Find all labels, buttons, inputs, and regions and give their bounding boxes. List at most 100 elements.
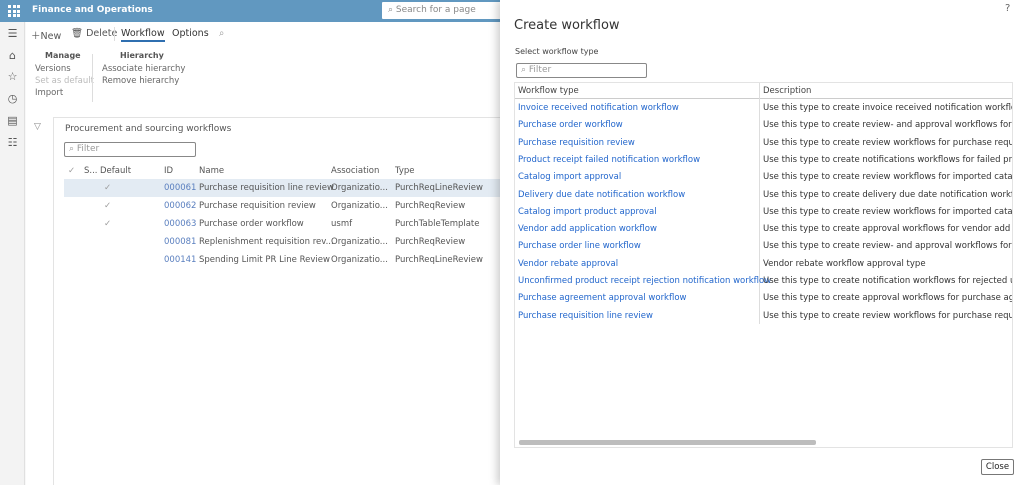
workflow-description: Use this type to create review- and appr… bbox=[763, 120, 1012, 131]
workflow-association: Organizatio... bbox=[331, 201, 388, 211]
column-header[interactable]: Description bbox=[763, 86, 1012, 96]
delete-button[interactable]: 🗑 Delete bbox=[71, 28, 117, 39]
workflow-type-link[interactable]: Product receipt failed notification work… bbox=[518, 155, 700, 165]
workflow-id-link[interactable]: 000061 bbox=[164, 183, 196, 193]
workflow-description: Use this type to create approval workflo… bbox=[763, 224, 1012, 235]
search-icon[interactable]: ⌕ bbox=[219, 28, 224, 39]
workflow-type-row[interactable]: Purchase requisition review Use this typ… bbox=[515, 135, 1012, 152]
column-header[interactable]: Type bbox=[395, 166, 415, 176]
search-input[interactable]: ⌕ Search for a page bbox=[382, 2, 512, 19]
workflow-association: Organizatio... bbox=[331, 237, 388, 247]
column-header[interactable]: S... bbox=[84, 166, 98, 176]
select-label: Select workflow type bbox=[515, 47, 599, 56]
hierarchy-group-title: Hierarchy bbox=[120, 51, 164, 60]
table-row[interactable]: ✓ 000062 Purchase requisition review Org… bbox=[64, 197, 510, 215]
workspaces-icon[interactable]: ▤ bbox=[6, 114, 19, 127]
workflow-type-row[interactable]: Vendor add application workflow Use this… bbox=[515, 221, 1012, 238]
workflow-type-link[interactable]: Catalog import approval bbox=[518, 172, 621, 182]
workflow-type-row[interactable]: Unconfirmed product receipt rejection no… bbox=[515, 273, 1012, 290]
help-icon[interactable]: ? bbox=[1005, 3, 1010, 14]
workflow-association: Organizatio... bbox=[331, 255, 388, 265]
workflow-type-link[interactable]: Purchase requisition line review bbox=[518, 311, 653, 321]
workflow-type-row[interactable]: Purchase order line workflow Use this ty… bbox=[515, 238, 1012, 255]
workflow-type-link[interactable]: Catalog import product approval bbox=[518, 207, 657, 217]
set-as-default-button[interactable]: Set as default bbox=[35, 76, 94, 86]
workflow-id-link[interactable]: 000081 bbox=[164, 237, 196, 247]
table-row[interactable]: 000081 Replenishment requisition rev... … bbox=[64, 233, 510, 251]
home-icon[interactable]: ⌂ bbox=[6, 49, 19, 62]
manage-group-title: Manage bbox=[45, 51, 81, 60]
workflow-type: PurchReqReview bbox=[395, 237, 466, 247]
top-bar: Finance and Operations ⌕ Search for a pa… bbox=[0, 0, 512, 22]
column-header[interactable]: ID bbox=[164, 166, 173, 176]
workflow-association: usmf bbox=[331, 219, 353, 229]
column-header[interactable]: Workflow type bbox=[518, 86, 579, 96]
workflow-type-link[interactable]: Vendor add application workflow bbox=[518, 224, 657, 234]
workflow-type-row[interactable]: Purchase order workflow Use this type to… bbox=[515, 117, 1012, 134]
workflow-type-link[interactable]: Delivery due date notification workflow bbox=[518, 190, 685, 200]
workflow-type-grid: Workflow type Description Invoice receiv… bbox=[514, 82, 1013, 448]
list-filter-input[interactable]: ⌕ Filter bbox=[64, 142, 196, 157]
workflow-type: PurchTableTemplate bbox=[395, 219, 480, 229]
tab-workflow[interactable]: Workflow bbox=[121, 28, 165, 42]
table-row[interactable]: 000141 Spending Limit PR Line Review Org… bbox=[64, 251, 510, 269]
hamburger-icon[interactable]: ☰ bbox=[6, 27, 19, 40]
app-launcher-icon[interactable] bbox=[8, 5, 20, 17]
workflow-id-link[interactable]: 000063 bbox=[164, 219, 196, 229]
workflow-description: Use this type to create review workflows… bbox=[763, 310, 1012, 321]
table-row[interactable]: ✓ 000061 Purchase requisition line revie… bbox=[64, 179, 510, 197]
workflow-type-link[interactable]: Invoice received notification workflow bbox=[518, 103, 679, 113]
column-header[interactable]: Name bbox=[199, 166, 224, 176]
clock-icon[interactable]: ◷ bbox=[6, 92, 19, 105]
nav-sidebar: ☰ ⌂ ☆ ◷ ▤ ☷ bbox=[0, 22, 25, 485]
search-placeholder: Search for a page bbox=[395, 5, 476, 15]
divider bbox=[92, 54, 93, 102]
select-all-checkbox[interactable]: ✓ bbox=[68, 166, 75, 176]
workflow-name: Purchase requisition line review bbox=[199, 183, 334, 193]
remove-hierarchy-button[interactable]: Remove hierarchy bbox=[102, 76, 179, 86]
workflow-description: Vendor rebate workflow approval type bbox=[763, 258, 926, 269]
column-header[interactable]: Default bbox=[100, 166, 131, 176]
workflow-type-link[interactable]: Purchase order line workflow bbox=[518, 241, 641, 251]
app-title: Finance and Operations bbox=[32, 5, 153, 15]
workflow-type-row[interactable]: Catalog import product approval Use this… bbox=[515, 204, 1012, 221]
workflow-type-row[interactable]: Delivery due date notification workflow … bbox=[515, 187, 1012, 204]
workflow-type-link[interactable]: Vendor rebate approval bbox=[518, 259, 618, 269]
horizontal-scrollbar[interactable] bbox=[519, 440, 816, 445]
column-header[interactable]: Association bbox=[331, 166, 379, 176]
close-button[interactable]: Close bbox=[981, 459, 1014, 475]
new-button[interactable]: ＋New bbox=[31, 28, 61, 42]
workflow-type-row[interactable]: Product receipt failed notification work… bbox=[515, 152, 1012, 169]
workflow-association: Organizatio... bbox=[331, 183, 388, 193]
workflow-type-link[interactable]: Purchase requisition review bbox=[518, 138, 635, 148]
workflow-description: Use this type to create review- and appr… bbox=[763, 241, 1012, 252]
divider bbox=[114, 27, 115, 41]
workflow-filter-input[interactable]: ⌕ Filter bbox=[516, 63, 647, 78]
workflow-id-link[interactable]: 000062 bbox=[164, 201, 196, 211]
workflow-description: Use this type to create notifications wo… bbox=[763, 154, 1012, 165]
workflow-description: Use this type to create notification wor… bbox=[763, 276, 1012, 286]
tab-options[interactable]: Options bbox=[172, 28, 209, 39]
default-check-icon: ✓ bbox=[104, 201, 112, 211]
workflow-type-row[interactable]: Purchase agreement approval workflow Use… bbox=[515, 290, 1012, 307]
workflow-type-row[interactable]: Catalog import approval Use this type to… bbox=[515, 169, 1012, 186]
workflow-name: Replenishment requisition rev... bbox=[199, 237, 334, 247]
workflow-description: Use this type to create review workflows… bbox=[763, 206, 1012, 217]
modules-icon[interactable]: ☷ bbox=[6, 136, 19, 149]
workflow-description: Use this type to create review workflows… bbox=[763, 172, 1012, 183]
workflow-type-row[interactable]: Invoice received notification workflow U… bbox=[515, 100, 1012, 117]
workflow-type-row[interactable]: Purchase requisition line review Use thi… bbox=[515, 308, 1012, 325]
workflow-id-link[interactable]: 000141 bbox=[164, 255, 196, 265]
workflow-type: PurchReqReview bbox=[395, 201, 466, 211]
workflow-type-row[interactable]: Vendor rebate approval Vendor rebate wor… bbox=[515, 256, 1012, 273]
filter-pane-icon[interactable]: ▽ bbox=[34, 122, 41, 132]
workflow-type-link[interactable]: Purchase order workflow bbox=[518, 120, 623, 130]
workflow-type-link[interactable]: Purchase agreement approval workflow bbox=[518, 293, 687, 303]
workflow-type-link[interactable]: Unconfirmed product receipt rejection no… bbox=[518, 276, 771, 286]
table-row[interactable]: ✓ 000063 Purchase order workflow usmf Pu… bbox=[64, 215, 510, 233]
workflow-type: PurchReqLineReview bbox=[395, 255, 483, 265]
versions-button[interactable]: Versions bbox=[35, 64, 71, 74]
star-icon[interactable]: ☆ bbox=[6, 70, 19, 83]
associate-hierarchy-button[interactable]: Associate hierarchy bbox=[102, 64, 185, 74]
import-button[interactable]: Import bbox=[35, 88, 63, 98]
